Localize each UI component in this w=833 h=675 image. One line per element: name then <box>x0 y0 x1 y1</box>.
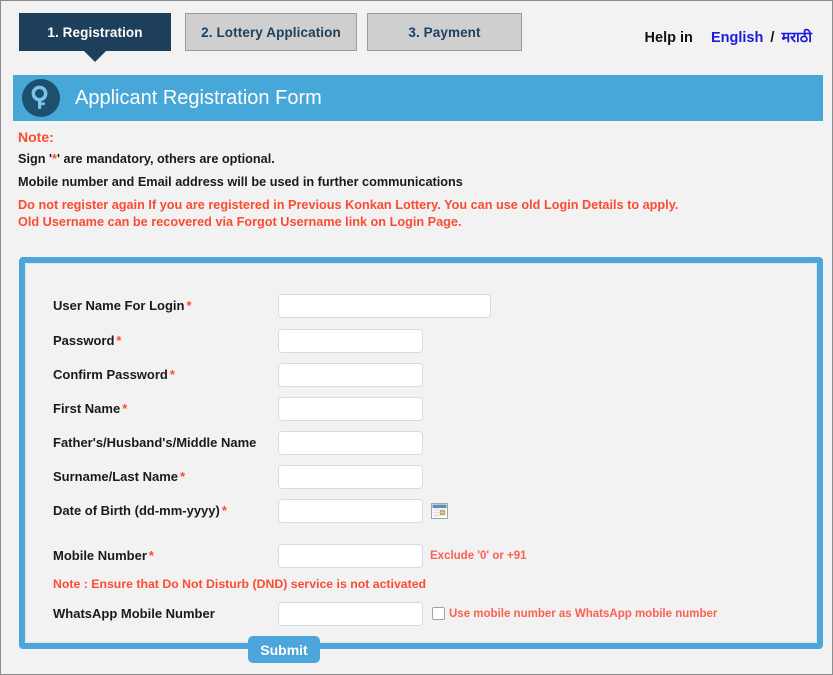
required-marker: * <box>122 401 128 416</box>
username-input[interactable] <box>278 294 491 318</box>
label-first-name-text: First Name <box>53 401 121 416</box>
label-confirm-password: Confirm Password * <box>53 361 175 389</box>
help-separator: / <box>770 30 775 46</box>
label-username-text: User Name For Login <box>53 298 185 313</box>
field-row-confirm-password: Confirm Password * <box>26 361 816 389</box>
label-whatsapp-number-text: WhatsApp Mobile Number <box>53 606 215 621</box>
field-row-username: User Name For Login * <box>26 292 816 320</box>
label-date-of-birth: Date of Birth (dd-mm-yyyy) * <box>53 497 227 525</box>
application-window: 1. Registration 2. Lottery Application 3… <box>0 0 833 675</box>
label-mobile-number-text: Mobile Number <box>53 548 147 563</box>
note-heading: Note: <box>18 129 54 145</box>
notes-block: Note: Sign '*' are mandatory, others are… <box>18 129 808 232</box>
date-of-birth-input[interactable] <box>278 499 423 523</box>
step-tab-bar: 1. Registration 2. Lottery Application 3… <box>10 13 824 62</box>
label-date-of-birth-text: Date of Birth (dd-mm-yyyy) <box>53 503 220 518</box>
submit-button[interactable]: Submit <box>248 636 320 663</box>
field-row-mobile: Mobile Number * Exclude '0' or +91 <box>26 542 816 570</box>
note-mandatory-line: Sign '*' are mandatory, others are optio… <box>18 152 808 166</box>
page-body: 1. Registration 2. Lottery Application 3… <box>10 7 824 663</box>
calendar-icon[interactable] <box>431 503 448 519</box>
tab-lottery-application-label: 2. Lottery Application <box>201 25 341 40</box>
mobile-number-input[interactable] <box>278 544 423 568</box>
use-mobile-as-whatsapp-checkbox[interactable] <box>432 607 445 620</box>
label-middle-name-text: Father's/Husband's/Middle Name <box>53 435 257 450</box>
first-name-input[interactable] <box>278 397 423 421</box>
form-title-bar: Applicant Registration Form <box>13 75 823 121</box>
required-marker: * <box>148 548 154 563</box>
label-surname-text: Surname/Last Name <box>53 469 178 484</box>
label-confirm-password-text: Confirm Password <box>53 367 168 382</box>
password-input[interactable] <box>278 329 423 353</box>
tab-registration-label: 1. Registration <box>47 25 143 40</box>
tab-registration[interactable]: 1. Registration <box>19 13 171 51</box>
field-row-surname: Surname/Last Name * <box>26 463 816 491</box>
page-title: Applicant Registration Form <box>75 87 322 109</box>
mobile-hint: Exclude '0' or +91 <box>430 550 527 562</box>
surname-input[interactable] <box>278 465 423 489</box>
label-password-text: Password <box>53 333 115 348</box>
label-middle-name: Father's/Husband's/Middle Name <box>53 429 256 457</box>
required-marker: * <box>180 469 186 484</box>
active-tab-pointer-icon <box>84 51 106 62</box>
field-row-password: Password * <box>26 327 816 355</box>
label-mobile-number: Mobile Number * <box>53 542 154 570</box>
label-password: Password * <box>53 327 121 355</box>
required-marker: * <box>221 503 227 518</box>
whatsapp-number-input[interactable] <box>278 602 423 626</box>
note-communications-line: Mobile number and Email address will be … <box>18 175 463 189</box>
help-language-selector: Help in English / मराठी <box>645 27 812 47</box>
note-mandatory-prefix: Sign ' <box>18 152 53 166</box>
label-first-name: First Name * <box>53 395 127 423</box>
key-icon <box>22 79 60 117</box>
note-warning-line-2: Old Username can be recovered via Forgot… <box>18 215 462 229</box>
note-mandatory-suffix: ' are mandatory, others are optional. <box>56 152 275 166</box>
required-marker: * <box>169 367 175 382</box>
registration-form-panel: User Name For Login * Password * Confirm P… <box>19 257 823 663</box>
help-label: Help in <box>644 30 693 46</box>
middle-name-input[interactable] <box>278 431 423 455</box>
note-warning-line-1: Do not register again If you are registe… <box>18 198 679 212</box>
required-marker: * <box>186 298 192 313</box>
label-whatsapp-number: WhatsApp Mobile Number <box>53 600 215 628</box>
field-row-dob: Date of Birth (dd-mm-yyyy) * <box>26 497 816 525</box>
field-row-middle-name: Father's/Husband's/Middle Name <box>26 429 816 457</box>
use-mobile-as-whatsapp-label: Use mobile number as WhatsApp mobile num… <box>449 608 718 620</box>
field-row-first-name: First Name * <box>26 395 816 423</box>
tab-payment-label: 3. Payment <box>408 25 481 40</box>
label-surname: Surname/Last Name * <box>53 463 185 491</box>
confirm-password-input[interactable] <box>278 363 423 387</box>
form-inner-area: User Name For Login * Password * Confirm P… <box>25 263 817 663</box>
help-link-marathi[interactable]: मराठी <box>781 30 812 46</box>
tab-lottery-application[interactable]: 2. Lottery Application <box>185 13 357 51</box>
label-username: User Name For Login * <box>53 292 192 320</box>
dnd-note: Note : Ensure that Do Not Disturb (DND) … <box>53 577 427 591</box>
help-link-english[interactable]: English <box>711 30 763 46</box>
required-marker: * <box>116 333 122 348</box>
field-row-whatsapp: WhatsApp Mobile Number Use mobile number… <box>26 600 816 628</box>
tab-payment[interactable]: 3. Payment <box>367 13 522 51</box>
